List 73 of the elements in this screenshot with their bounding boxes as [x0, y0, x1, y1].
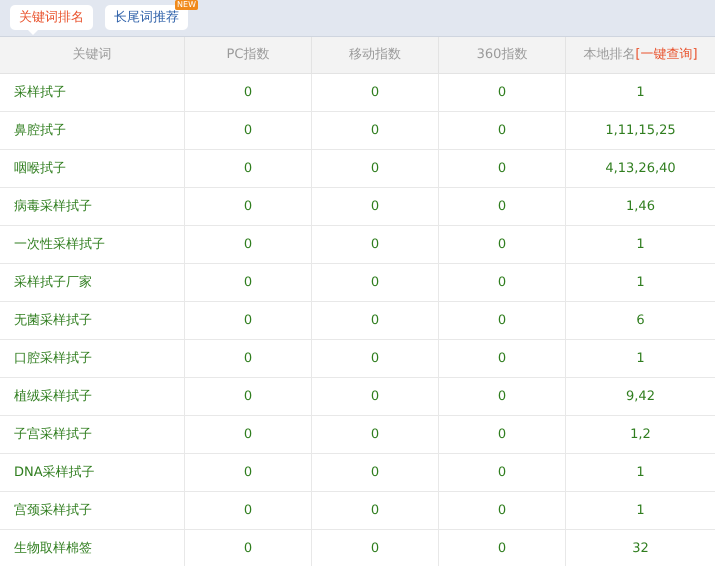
table-cell-text: 0: [244, 426, 252, 444]
table-cell-text: 1: [636, 84, 645, 102]
table-cell-text: 采样拭子厂家: [14, 274, 92, 292]
table-cell-text: 4,13,26,40: [605, 160, 676, 178]
table-cell-text: 0: [498, 160, 506, 178]
table-cell-text: 1,2: [630, 426, 651, 444]
table-cell-text: 0: [498, 464, 506, 482]
table-cell-text: 0: [244, 84, 252, 102]
table-cell-text: 宫颈采样拭子: [14, 502, 92, 520]
table-cell-text: 0: [244, 464, 252, 482]
table-cell-text: 0: [498, 540, 506, 558]
table-cell-text: 鼻腔拭子: [14, 122, 66, 140]
table-cell-text: 0: [498, 312, 506, 330]
table-cell-text: 0: [370, 274, 380, 292]
table-cell-text: 0: [370, 122, 380, 140]
table-cell-text: 32: [632, 540, 649, 558]
table-cell-text: 0: [244, 312, 252, 330]
table-cell-text: 0: [498, 388, 506, 406]
table-cell-text: 6: [636, 312, 645, 330]
table-cell-text: 0: [498, 236, 506, 254]
query-all-link[interactable]: [一键查询]: [635, 45, 698, 65]
table-cell-text: 0: [244, 274, 252, 292]
column-header: 本地排名: [583, 46, 636, 64]
table-cell-text: 0: [370, 540, 380, 558]
table-cell-text: 0: [498, 198, 506, 216]
table-cell-text: 0: [498, 426, 506, 444]
table-cell-text: 1: [636, 236, 645, 254]
table-cell-text: 0: [370, 502, 380, 520]
column-header: 360指数: [476, 46, 528, 64]
table-cell-text: 0: [498, 122, 506, 140]
table-cell-text: 病毒采样拭子: [14, 198, 92, 216]
table-cell-text: 0: [498, 84, 506, 102]
table-cell-text: 0: [370, 388, 380, 406]
table-cell-text: 0: [370, 236, 380, 254]
table-cell-text: 9,42: [626, 388, 655, 406]
table-cell-text: 一次性采样拭子: [14, 236, 105, 254]
table-cell-text: 0: [370, 350, 380, 368]
table-cell-text: 1,46: [626, 198, 655, 216]
table-cell-text: 0: [498, 274, 506, 292]
table-cell-text: 0: [498, 502, 506, 520]
table-cell-text: 咽喉拭子: [14, 160, 66, 178]
table-cell-text: 1,11,15,25: [605, 122, 676, 140]
table-cell-text: 1: [636, 350, 645, 368]
table-cell-text: 0: [244, 388, 252, 406]
table-cell-text: 0: [370, 198, 380, 216]
column-header: PC指数: [226, 46, 270, 64]
table-cell-text: 0: [244, 540, 252, 558]
table-cell-text: 0: [244, 350, 252, 368]
table-cell-text: 0: [370, 84, 380, 102]
column-header: 关键词: [72, 46, 112, 64]
new-badge: NEW: [175, 0, 198, 10]
table-cell-text: 0: [370, 464, 380, 482]
table-cell-text: 生物取样棉签: [14, 540, 92, 558]
table-cell-text: 0: [244, 502, 252, 520]
column-header: 移动指数: [349, 46, 401, 64]
tab[interactable]: 关键词排名: [10, 5, 93, 30]
table-cell-text: 植绒采样拭子: [14, 388, 92, 406]
table-cell-text: 0: [370, 312, 380, 330]
table-cell-text: 无菌采样拭子: [14, 312, 92, 330]
table-cell-text: 1: [636, 502, 645, 520]
table-cell-text: 子宫采样拭子: [14, 426, 92, 444]
table-cell-text: 0: [244, 160, 252, 178]
table-cell-text: 口腔采样拭子: [14, 350, 92, 368]
table-cell-text: 1: [636, 464, 645, 482]
table-cell-text: 0: [244, 236, 252, 254]
table-cell-text: 采样拭子: [14, 84, 66, 102]
table-cell-text: 0: [370, 160, 380, 178]
table-cell-text: 0: [498, 350, 506, 368]
table-cell-text: 1: [636, 274, 645, 292]
table-cell-text: 0: [244, 198, 252, 216]
table-cell-text: 0: [244, 122, 252, 140]
table-cell-text: DNA采样拭子: [14, 464, 95, 482]
table-cell-text: 0: [370, 426, 380, 444]
